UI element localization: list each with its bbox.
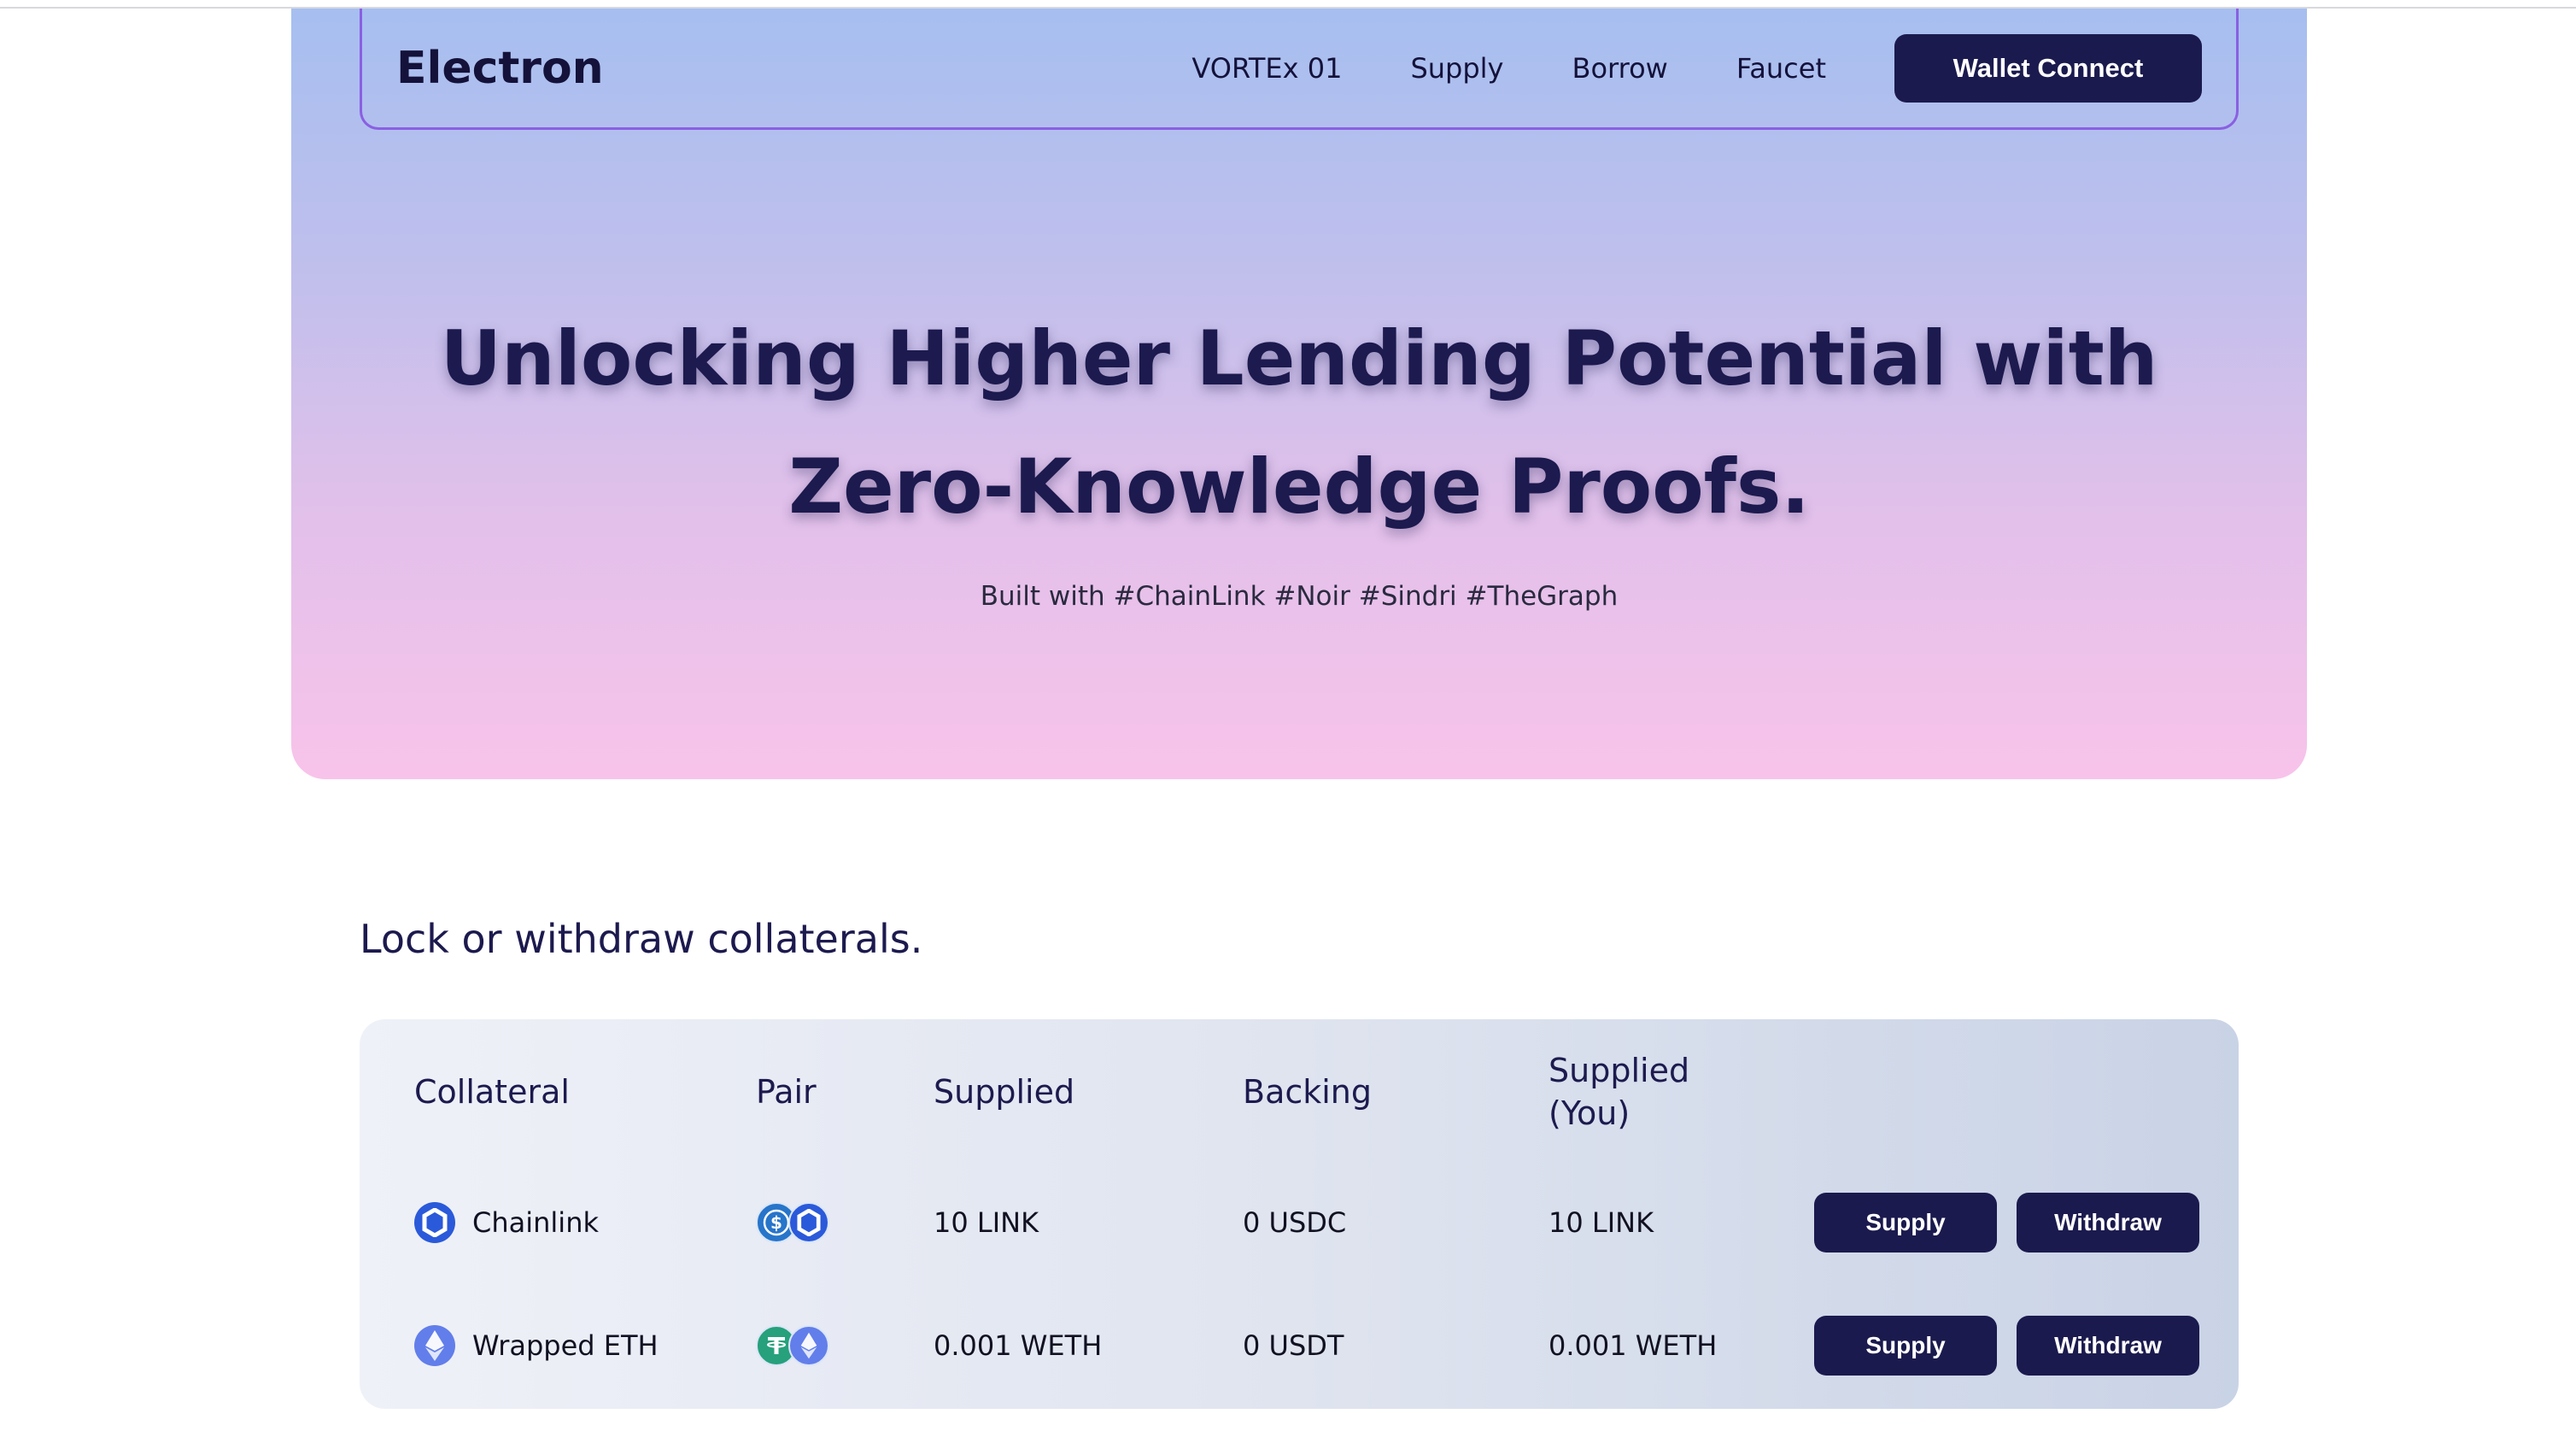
collateral-name: Wrapped ETH: [472, 1329, 659, 1362]
header-pair: Pair: [756, 1073, 817, 1111]
svg-text:$: $: [770, 1212, 782, 1233]
table-row-chainlink: Chainlink: [414, 1202, 599, 1243]
header-collateral: Collateral: [414, 1073, 570, 1111]
section-title: Lock or withdraw collaterals.: [360, 916, 923, 962]
navbar: Electron VORTEx 01 Supply Borrow Faucet …: [360, 9, 2239, 130]
supply-button[interactable]: Supply: [1814, 1316, 1997, 1376]
hero-section: Electron VORTEx 01 Supply Borrow Faucet …: [291, 9, 2307, 779]
backing-value: 0 USDT: [1243, 1329, 1344, 1362]
pair-icons: $: [756, 1201, 833, 1244]
supply-button[interactable]: Supply: [1814, 1193, 1997, 1252]
ethereum-icon: [788, 1325, 829, 1366]
browser-top-edge: [0, 0, 2576, 9]
header-supplied: Supplied: [934, 1073, 1075, 1111]
ethereum-icon: [414, 1325, 455, 1366]
chainlink-icon: [788, 1202, 829, 1243]
nav-link-supply[interactable]: Supply: [1410, 52, 1503, 85]
hero-subtitle: Built with #ChainLink #Noir #Sindri #The…: [980, 581, 1619, 612]
logo[interactable]: Electron: [396, 43, 604, 94]
backing-value: 0 USDC: [1243, 1206, 1347, 1239]
supplied-value: 10 LINK: [934, 1206, 1039, 1239]
withdraw-button[interactable]: Withdraw: [2017, 1316, 2199, 1376]
nav-link-faucet[interactable]: Faucet: [1736, 52, 1826, 85]
header-supplied-you: Supplied (You): [1549, 1052, 1690, 1132]
header-backing: Backing: [1243, 1073, 1373, 1111]
table-row-wrapped-eth: Wrapped ETH: [414, 1325, 659, 1366]
nav-link-vortex[interactable]: VORTEx 01: [1191, 52, 1342, 85]
nav-link-borrow[interactable]: Borrow: [1572, 52, 1667, 85]
withdraw-button[interactable]: Withdraw: [2017, 1193, 2199, 1252]
supplied-value: 0.001 WETH: [934, 1329, 1103, 1362]
hero-title: Unlocking Higher Lending Potential with …: [440, 314, 2158, 531]
chainlink-icon: [414, 1202, 455, 1243]
supplied-you-value: 0.001 WETH: [1549, 1329, 1718, 1362]
supplied-you-value: 10 LINK: [1549, 1206, 1654, 1239]
pair-icons: [756, 1324, 833, 1367]
collateral-table: Collateral Pair Supplied Backing Supplie…: [360, 1019, 2239, 1409]
collateral-name: Chainlink: [472, 1206, 599, 1239]
nav-links: VORTEx 01 Supply Borrow Faucet Wallet Co…: [1191, 33, 2202, 103]
wallet-connect-button[interactable]: Wallet Connect: [1894, 33, 2202, 103]
